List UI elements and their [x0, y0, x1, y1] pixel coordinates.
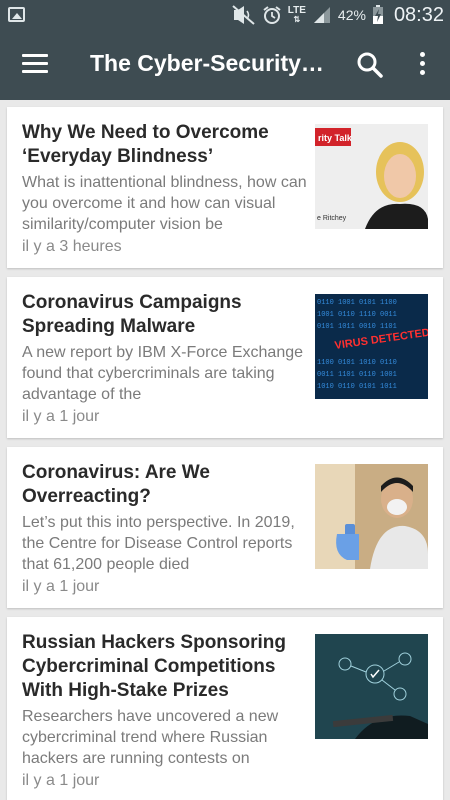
lte-icon: LTE ⇅ [287, 5, 306, 25]
svg-text:1001 0110 1110 0011: 1001 0110 1110 0011 [317, 311, 397, 319]
article-snippet: Let’s put this into perspective. In 2019… [22, 514, 295, 573]
article-card[interactable]: Why We Need to Overcome ‘Everyday Blindn… [7, 107, 443, 268]
battery-percent: 42% [337, 7, 366, 23]
article-feed[interactable]: Why We Need to Overcome ‘Everyday Blindn… [0, 100, 450, 800]
app-bar: The Cyber-Security… [0, 30, 450, 100]
signal-icon [313, 7, 330, 23]
hamburger-menu-icon[interactable] [22, 54, 48, 76]
article-time: il y a 1 jour [22, 772, 100, 789]
article-title[interactable]: Coronavirus Campaigns Spreading Malware [22, 291, 310, 339]
article-time: il y a 1 jour [22, 578, 100, 595]
article-thumbnail[interactable] [315, 464, 428, 569]
article-card[interactable]: Coronavirus Campaigns Spreading Malware … [7, 277, 443, 438]
article-card[interactable]: Coronavirus: Are We Overreacting? Let’s … [7, 447, 443, 608]
svg-text:0110 1001 0101 1100: 0110 1001 0101 1100 [317, 299, 397, 307]
svg-text:1010 0110 0101 1011: 1010 0110 0101 1011 [317, 383, 397, 391]
article-title[interactable]: Russian Hackers Sponsoring Cybercriminal… [22, 631, 310, 703]
battery-icon [372, 5, 383, 24]
clock: 08:32 [393, 3, 444, 26]
image-icon [8, 7, 25, 22]
article-time: il y a 3 heures [22, 238, 122, 255]
mute-icon [232, 5, 255, 25]
more-vert-icon[interactable] [412, 52, 432, 80]
app-title: The Cyber-Security… [90, 50, 324, 76]
article-snippet: A new report by IBM X-Force Exchange fou… [22, 344, 304, 403]
alarm-icon [263, 6, 281, 24]
article-title[interactable]: Coronavirus: Are We Overreacting? [22, 461, 310, 509]
article-thumbnail[interactable]: 0110 1001 0101 1100 1001 0110 1110 0011 … [315, 294, 428, 399]
article-time: il y a 1 jour [22, 408, 100, 425]
svg-text:0011 1101 0110 1001: 0011 1101 0110 1001 [317, 371, 397, 379]
search-icon[interactable] [356, 51, 384, 79]
article-snippet: What is inattentional blindness, how can… [22, 174, 307, 233]
svg-text:0101 1011 0010 1101: 0101 1011 0010 1101 [317, 323, 397, 331]
article-card[interactable]: Russian Hackers Sponsoring Cybercriminal… [7, 617, 443, 800]
article-title[interactable]: Why We Need to Overcome ‘Everyday Blindn… [22, 121, 310, 169]
svg-text:1100 0101 1010 0110: 1100 0101 1010 0110 [317, 359, 397, 367]
thumb-byline: e Ritchey [317, 215, 347, 222]
article-thumbnail[interactable] [315, 634, 428, 739]
article-thumbnail[interactable]: rity Talk e Ritchey [315, 124, 428, 229]
article-snippet: Researchers have uncovered a new cybercr… [22, 708, 279, 767]
thumb-caption: rity Talk [318, 133, 353, 143]
status-bar: LTE ⇅ 42% 08:32 [0, 0, 450, 30]
